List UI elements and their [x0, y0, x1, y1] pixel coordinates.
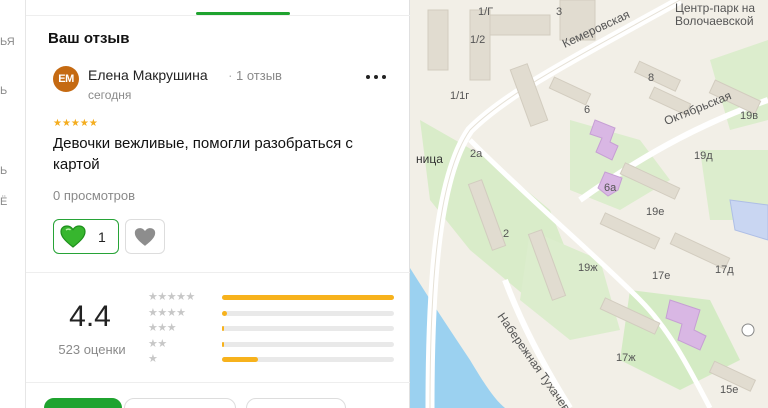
- tab-bar: [26, 0, 410, 16]
- map-view[interactable]: Центр-парк на Волочаевской Кемеровская О…: [410, 0, 768, 408]
- histogram-bar-fill: [222, 326, 224, 331]
- house-number: 3: [556, 6, 563, 18]
- house-number: 6а: [604, 182, 617, 194]
- like-count: 1: [98, 228, 106, 245]
- histogram-stars: ★★★: [148, 322, 177, 334]
- house-number: 2: [503, 228, 510, 240]
- divider: [26, 382, 410, 383]
- review-text: Девочки вежливые, помогли разобраться с …: [53, 135, 353, 173]
- house-number: 19в: [740, 110, 759, 122]
- divider: [26, 272, 410, 273]
- author-name[interactable]: Елена Макрушина: [88, 67, 208, 83]
- histogram-stars: ★★★★: [148, 307, 186, 319]
- section-title: Ваш отзыв: [48, 30, 130, 47]
- histogram-stars: ★: [148, 353, 158, 365]
- ratings-count: 523 оценки: [58, 342, 126, 357]
- house-number: 19д: [694, 150, 713, 162]
- left-strip-fragment: Ь: [0, 85, 8, 97]
- views-count: 0 просмотров: [53, 188, 136, 203]
- house-number: 1/2: [470, 34, 486, 46]
- house-number: 19ж: [578, 262, 598, 274]
- house-number: 2а: [470, 148, 483, 160]
- house-number: 6: [584, 104, 591, 116]
- left-sidebar-strip: ЬЯ Ь Ь Ё: [0, 0, 26, 408]
- histogram-bar-fill: [222, 357, 259, 362]
- house-number: 8: [648, 72, 655, 84]
- author-review-count: 1 отзыв: [236, 68, 282, 83]
- house-number: 17д: [715, 264, 734, 276]
- histogram-bar: [222, 342, 394, 347]
- action-button[interactable]: [124, 398, 236, 408]
- dislike-button[interactable]: [125, 219, 165, 254]
- histogram-row-2: ★★: [148, 338, 394, 350]
- left-strip-fragment: Ь: [0, 165, 8, 177]
- histogram-stars: ★★: [148, 338, 167, 350]
- active-tab-indicator[interactable]: [196, 12, 290, 15]
- park-label[interactable]: Центр-парк на Волочаевской: [675, 2, 755, 28]
- avatar-initials: ЕМ: [58, 73, 74, 85]
- histogram-stars: ★★★★★: [148, 291, 195, 303]
- place-card-panel: Ваш отзыв ЕМ Елена Макрушина · 1 отзыв с…: [26, 0, 410, 408]
- grey-heart-icon: [134, 227, 156, 246]
- histogram-row-4: ★★★★: [148, 307, 394, 319]
- map-canvas[interactable]: [410, 0, 768, 408]
- house-number: 1/Г: [478, 6, 494, 18]
- left-strip-fragment: ЬЯ: [0, 36, 15, 48]
- histogram-bar: [222, 311, 394, 316]
- review-date: сегодня: [88, 88, 132, 102]
- histogram-bar-fill: [222, 295, 394, 300]
- histogram-bar: [222, 357, 394, 362]
- average-rating: 4.4: [69, 300, 111, 333]
- histogram-row-5: ★★★★★: [148, 291, 394, 303]
- house-number: 17ж: [616, 352, 636, 364]
- more-dots-icon[interactable]: [366, 70, 390, 84]
- histogram-bar: [222, 295, 394, 300]
- avatar[interactable]: ЕМ: [53, 66, 79, 92]
- review-stars: ★★★★★: [53, 118, 98, 129]
- action-button[interactable]: [246, 398, 346, 408]
- house-number: 1/1г: [450, 90, 470, 102]
- house-number: 17е: [652, 270, 671, 282]
- histogram-row-1: ★: [148, 353, 394, 365]
- green-heart-icon: [60, 225, 86, 248]
- histogram-bar: [222, 326, 394, 331]
- house-number: 19е: [646, 206, 665, 218]
- map-poi-label[interactable]: ница: [416, 152, 443, 166]
- like-button[interactable]: 1: [53, 219, 119, 254]
- histogram-bar-fill: [222, 342, 224, 347]
- house-number: 15е: [720, 384, 739, 396]
- left-strip-fragment: Ё: [0, 196, 8, 208]
- histogram-bar-fill: [222, 311, 228, 316]
- separator-dot: ·: [228, 67, 233, 83]
- route-button[interactable]: [44, 398, 122, 408]
- histogram-row-3: ★★★: [148, 322, 394, 334]
